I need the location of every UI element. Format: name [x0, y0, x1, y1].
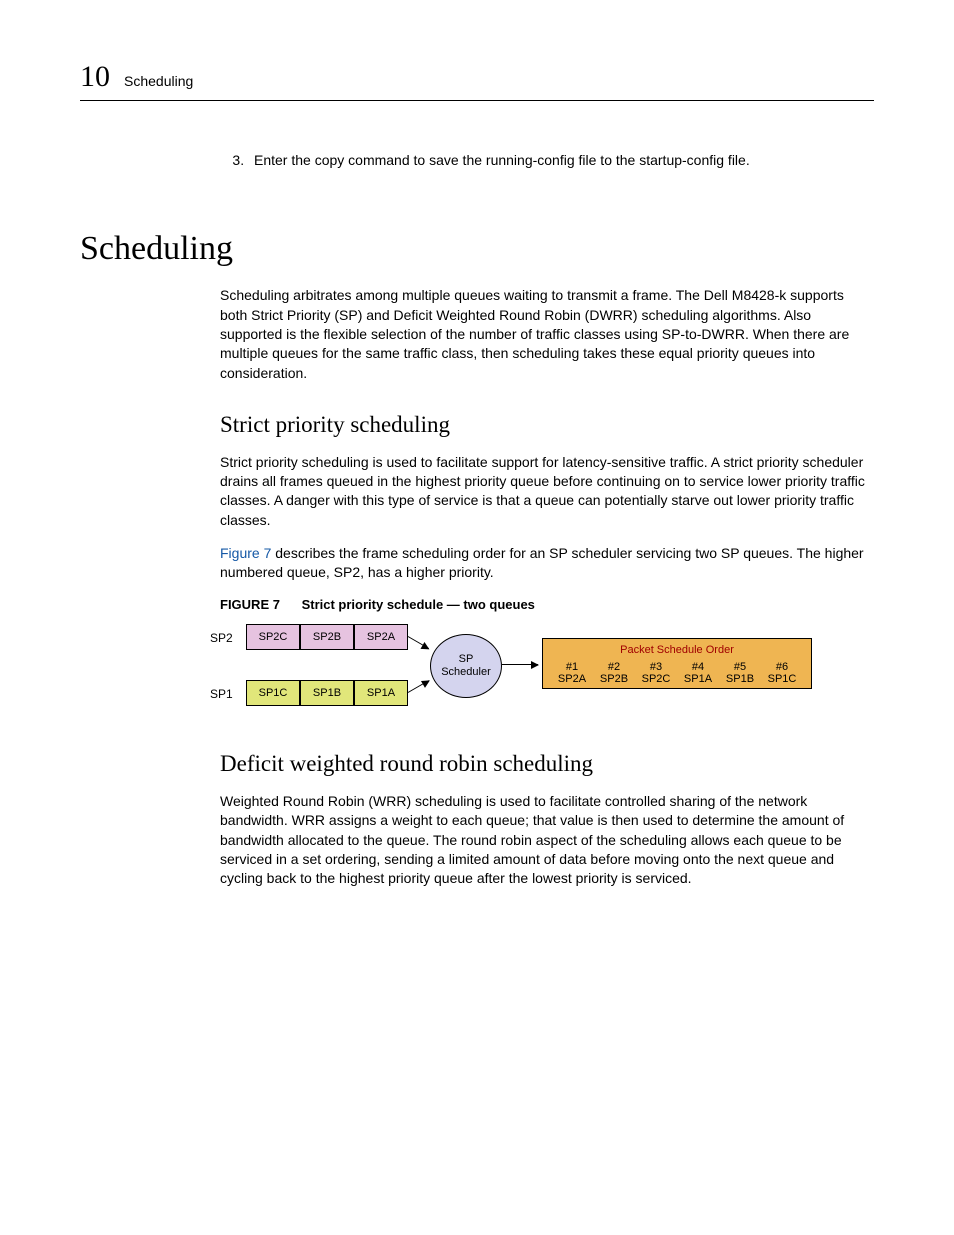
- sp1-cell: SP1A: [354, 680, 408, 706]
- step-list: Enter the copy command to save the runni…: [220, 151, 874, 170]
- dwrr-paragraph-1: Weighted Round Robin (WRR) scheduling is…: [220, 792, 874, 889]
- order-num: #2: [593, 661, 635, 674]
- sp2-queue: SP2C SP2B SP2A: [246, 624, 408, 650]
- arrow-scheduler-to-order: [502, 664, 538, 665]
- order-val: SP1B: [719, 673, 761, 686]
- figure-label: FIGURE 7: [220, 597, 280, 612]
- order-num: #6: [761, 661, 803, 674]
- intro-paragraph: Scheduling arbitrates among multiple que…: [220, 286, 874, 383]
- heading-scheduling: Scheduling: [80, 230, 874, 268]
- figure-7: SP2 SP2C SP2B SP2A SP1 SP1C SP1B SP1A SP…: [212, 624, 874, 712]
- order-nums-row: #1 #2 #3 #4 #5 #6: [551, 661, 803, 674]
- order-vals-row: SP2A SP2B SP2C SP1A SP1B SP1C: [551, 673, 803, 686]
- sp-paragraph-2-rest: describes the frame scheduling order for…: [220, 545, 864, 580]
- sp2-cell: SP2A: [354, 624, 408, 650]
- order-title: Packet Schedule Order: [551, 643, 803, 658]
- chapter-title: Scheduling: [124, 73, 193, 89]
- step-text: Enter the copy command to save the runni…: [254, 152, 750, 168]
- sp2-cell: SP2C: [246, 624, 300, 650]
- figure-caption: FIGURE 7 Strict priority schedule — two …: [220, 596, 874, 614]
- order-num: #5: [719, 661, 761, 674]
- packet-schedule-order: Packet Schedule Order #1 #2 #3 #4 #5 #6 …: [542, 638, 812, 688]
- arrow-sp1-to-scheduler: [408, 680, 429, 693]
- order-val: SP1C: [761, 673, 803, 686]
- figure-7-link[interactable]: Figure 7: [220, 545, 271, 561]
- sp2-label: SP2: [210, 630, 233, 647]
- order-num: #3: [635, 661, 677, 674]
- chapter-number: 10: [80, 60, 110, 94]
- sp-paragraph-2: Figure 7 describes the frame scheduling …: [220, 544, 874, 583]
- header-rule: [80, 100, 874, 101]
- order-val: SP1A: [677, 673, 719, 686]
- order-val: SP2A: [551, 673, 593, 686]
- sp-scheduler: SP Scheduler: [430, 634, 502, 698]
- scheduler-line1: SP: [459, 653, 474, 665]
- heading-strict-priority: Strict priority scheduling: [220, 409, 874, 441]
- arrow-sp2-to-scheduler: [408, 636, 429, 649]
- page-header: 10 Scheduling: [80, 60, 874, 94]
- sp1-cell: SP1C: [246, 680, 300, 706]
- order-val: SP2C: [635, 673, 677, 686]
- order-num: #4: [677, 661, 719, 674]
- heading-dwrr: Deficit weighted round robin scheduling: [220, 748, 874, 780]
- scheduler-line2: Scheduler: [441, 666, 491, 678]
- step-3: Enter the copy command to save the runni…: [248, 151, 874, 170]
- order-num: #1: [551, 661, 593, 674]
- sp1-label: SP1: [210, 686, 233, 703]
- sp2-cell: SP2B: [300, 624, 354, 650]
- figure-caption-text: Strict priority schedule — two queues: [302, 597, 535, 612]
- sp-paragraph-1: Strict priority scheduling is used to fa…: [220, 453, 874, 530]
- sp1-cell: SP1B: [300, 680, 354, 706]
- sp1-queue: SP1C SP1B SP1A: [246, 680, 408, 706]
- order-val: SP2B: [593, 673, 635, 686]
